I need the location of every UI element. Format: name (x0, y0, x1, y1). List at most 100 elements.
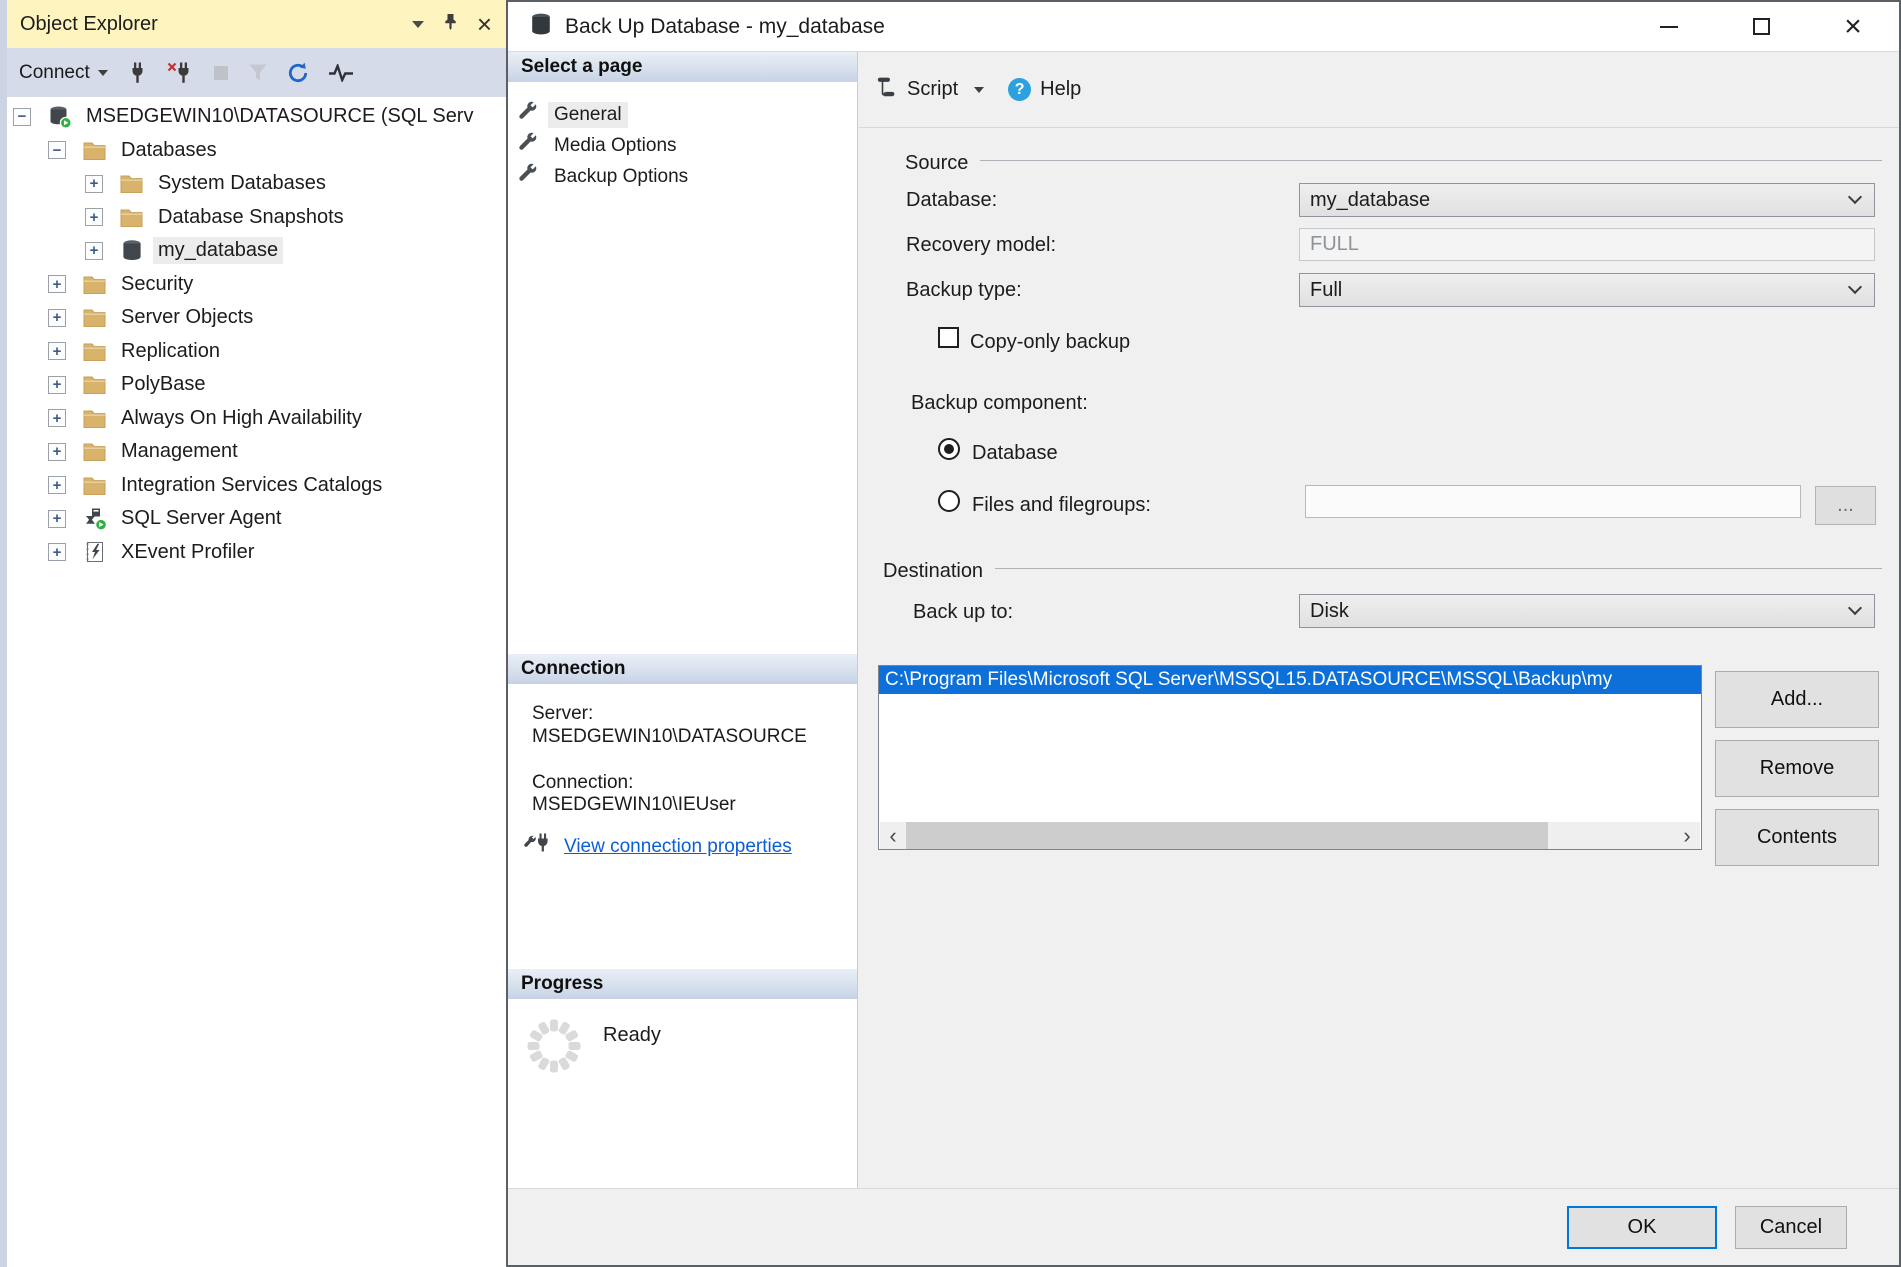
close-button[interactable]: × (1807, 2, 1899, 51)
component-database-label: Database (972, 443, 1058, 463)
cancel-button[interactable]: Cancel (1735, 1206, 1847, 1249)
backup-to-select[interactable]: Disk (1299, 594, 1875, 628)
close-icon[interactable]: × (477, 11, 492, 37)
connect-server-icon[interactable] (127, 62, 148, 84)
copy-only-checkbox[interactable] (938, 327, 959, 348)
expand-icon[interactable] (48, 476, 66, 494)
ok-button[interactable]: OK (1567, 1206, 1717, 1249)
select-a-page-header: Select a page (508, 52, 857, 82)
backup-type-select[interactable]: Full (1299, 273, 1875, 307)
tree-item-xevent-profiler[interactable]: XEvent Profiler (7, 536, 506, 570)
expand-icon[interactable] (48, 443, 66, 461)
folder-icon (82, 305, 107, 330)
scroll-right-icon[interactable] (1674, 822, 1700, 849)
tree-item-system-databases[interactable]: System Databases (7, 167, 506, 201)
backup-to-select-value: Disk (1310, 600, 1349, 623)
expand-icon[interactable] (48, 275, 66, 293)
folder-icon (82, 272, 107, 297)
script-icon (872, 75, 897, 105)
component-database-radio[interactable] (938, 438, 960, 460)
disconnect-server-icon[interactable] (167, 62, 194, 84)
folder-icon (119, 205, 144, 230)
horizontal-scrollbar[interactable] (880, 822, 1700, 849)
ok-label: OK (1628, 1216, 1657, 1239)
database-select-value: my_database (1310, 189, 1430, 212)
collapse-icon[interactable] (13, 108, 31, 126)
object-explorer-panel: Object Explorer × Connect MSEDGE (0, 0, 506, 1267)
backup-type-label: Backup type: (906, 280, 1022, 300)
expand-icon[interactable] (85, 242, 103, 260)
expand-icon[interactable] (85, 208, 103, 226)
destination-group-line (883, 568, 1882, 569)
page-item-general[interactable]: General (508, 99, 857, 130)
help-button[interactable]: Help (1008, 78, 1081, 101)
filegroups-input (1305, 485, 1801, 518)
tree-item-security[interactable]: Security (7, 268, 506, 302)
backup-component-label: Backup component: (911, 393, 1088, 413)
minimize-icon (1660, 26, 1678, 28)
browse-label: ... (1837, 494, 1854, 517)
browse-filegroups-button[interactable]: ... (1815, 486, 1876, 525)
tree-item-database-snapshots[interactable]: Database Snapshots (7, 201, 506, 235)
expand-icon[interactable] (85, 175, 103, 193)
chevron-down-icon (1848, 190, 1862, 204)
expand-icon[interactable] (48, 510, 66, 528)
object-explorer-tree: MSEDGEWIN10\DATASOURCE (SQL Serv Databas… (7, 97, 506, 1267)
object-explorer-titlebar[interactable]: Object Explorer × (7, 0, 506, 48)
progress-header: Progress (508, 969, 857, 999)
tree-item-sql-server-agent[interactable]: SQL Server Agent (7, 502, 506, 536)
tree-item-databases[interactable]: Databases (7, 134, 506, 168)
scrollbar-thumb[interactable] (906, 822, 1548, 849)
expand-icon[interactable] (48, 309, 66, 327)
backup-to-label: Back up to: (913, 602, 1013, 622)
script-button[interactable]: Script (872, 75, 984, 105)
tree-item-label: Security (116, 271, 198, 298)
minimize-button[interactable] (1623, 2, 1715, 51)
tree-item-polybase[interactable]: PolyBase (7, 368, 506, 402)
component-files-radio[interactable] (938, 490, 960, 512)
stop-icon[interactable] (213, 65, 229, 81)
backup-path-item[interactable]: C:\Program Files\Microsoft SQL Server\MS… (879, 666, 1701, 694)
window-position-icon[interactable] (412, 21, 424, 28)
expand-icon[interactable] (48, 376, 66, 394)
contents-button[interactable]: Contents (1715, 809, 1879, 866)
dialog-titlebar[interactable]: Back Up Database - my_database × (508, 2, 1899, 52)
contents-label: Contents (1757, 826, 1837, 849)
maximize-button[interactable] (1715, 2, 1807, 51)
expand-icon[interactable] (48, 409, 66, 427)
scroll-left-icon[interactable] (880, 822, 906, 849)
expand-icon[interactable] (48, 342, 66, 360)
page-item-backup-options[interactable]: Backup Options (508, 161, 857, 192)
tree-item-my-database[interactable]: my_database (7, 234, 506, 268)
tree-item-server[interactable]: MSEDGEWIN10\DATASOURCE (SQL Serv (7, 100, 506, 134)
activity-monitor-icon[interactable] (328, 64, 354, 82)
tree-item-management[interactable]: Management (7, 435, 506, 469)
view-connection-properties-link[interactable]: View connection properties (564, 836, 792, 858)
collapse-icon[interactable] (48, 141, 66, 159)
folder-icon (82, 406, 107, 431)
dialog-sidebar: Select a page General Media Options Back… (508, 52, 858, 1190)
folder-icon (82, 473, 107, 498)
folder-icon (82, 439, 107, 464)
remove-button[interactable]: Remove (1715, 740, 1879, 797)
database-select[interactable]: my_database (1299, 183, 1875, 217)
recovery-model-field: FULL (1299, 228, 1875, 261)
backup-database-dialog: Back Up Database - my_database × Script … (506, 0, 1901, 1267)
backup-destination-list[interactable]: C:\Program Files\Microsoft SQL Server\MS… (878, 665, 1702, 850)
source-group-label: Source (905, 150, 980, 176)
connect-button[interactable]: Connect (19, 62, 108, 84)
expand-icon[interactable] (48, 543, 66, 561)
add-button[interactable]: Add... (1715, 671, 1879, 728)
maximize-icon (1753, 18, 1770, 35)
tree-item-integration-services[interactable]: Integration Services Catalogs (7, 469, 506, 503)
tree-item-always-on[interactable]: Always On High Availability (7, 402, 506, 436)
tree-item-server-objects[interactable]: Server Objects (7, 301, 506, 335)
page-item-media-options[interactable]: Media Options (508, 130, 857, 161)
server-label: Server: (532, 704, 593, 723)
cancel-label: Cancel (1760, 1216, 1822, 1239)
tree-item-replication[interactable]: Replication (7, 335, 506, 369)
filter-icon[interactable] (248, 63, 268, 82)
sql-agent-icon (82, 506, 107, 531)
refresh-icon[interactable] (287, 62, 309, 84)
pin-icon[interactable] (444, 13, 457, 35)
